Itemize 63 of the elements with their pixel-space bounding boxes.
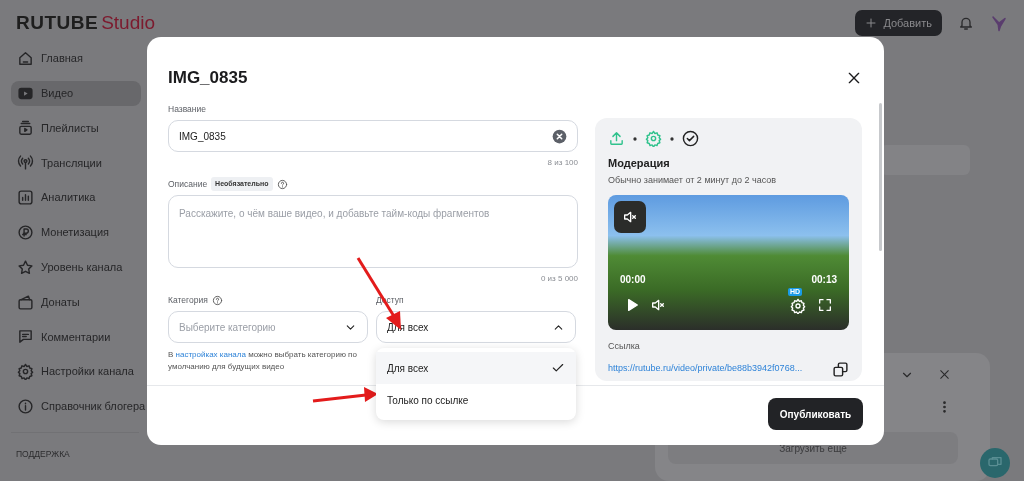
sidebar-item[interactable]: Уровень канала bbox=[11, 254, 141, 280]
add-button[interactable]: Добавить bbox=[855, 9, 942, 37]
field-label: Название bbox=[168, 102, 206, 116]
star-icon bbox=[17, 258, 34, 276]
sidebar-item[interactable]: Видео bbox=[11, 80, 141, 106]
logo-suffix: Studio bbox=[101, 10, 156, 35]
sidebar-item[interactable]: Настройки канала bbox=[11, 359, 141, 385]
annotation-arrow bbox=[312, 387, 378, 403]
bell-icon[interactable] bbox=[958, 15, 974, 31]
dropdown-option[interactable]: Для всех bbox=[376, 352, 576, 384]
sidebar-item[interactable]: Комментарии bbox=[11, 324, 141, 350]
broadcast-icon bbox=[17, 154, 34, 172]
link-label: Ссылка bbox=[608, 340, 641, 353]
plus-icon bbox=[865, 17, 878, 29]
character-counter: 8 из 100 bbox=[546, 157, 578, 169]
settings-link[interactable]: настройках канала bbox=[175, 350, 246, 359]
description-field[interactable]: Расскажите, о чём ваше видео, и добавьте тайм-коды фрагментов bbox=[168, 195, 578, 268]
muted-speaker-icon bbox=[622, 209, 638, 225]
section-title: ПОДДЕРЖКА bbox=[15, 447, 71, 461]
field-label: Описание bbox=[168, 177, 208, 191]
video-duration: 00:13 bbox=[811, 273, 837, 287]
fullscreen-icon bbox=[817, 297, 833, 313]
playlist-icon bbox=[17, 119, 34, 137]
chart-icon bbox=[17, 189, 34, 207]
settings-button[interactable] bbox=[790, 298, 806, 314]
info-icon bbox=[17, 397, 34, 415]
status-subtitle: Обычно занимает от 2 минут до 2 часов bbox=[608, 173, 778, 187]
publish-button[interactable]: Опубликовать bbox=[768, 398, 863, 430]
settings-icon bbox=[17, 363, 34, 381]
fullscreen-button[interactable] bbox=[817, 297, 833, 313]
category-hint: В настройках канала можно выбрать категорию по умолчанию для будущих видео bbox=[168, 349, 358, 373]
sidebar-item[interactable]: Донаты bbox=[11, 289, 141, 315]
field-label: Категория bbox=[168, 293, 208, 307]
check-icon bbox=[551, 361, 565, 375]
current-time: 00:00 bbox=[620, 273, 646, 287]
mute-button[interactable] bbox=[650, 297, 666, 313]
copy-icon[interactable] bbox=[832, 360, 849, 378]
wallet-icon bbox=[17, 293, 34, 311]
text-input-field[interactable]: IMG_0835 bbox=[168, 120, 578, 152]
help-icon[interactable] bbox=[276, 178, 288, 190]
sidebar-item[interactable]: Главная bbox=[11, 46, 141, 71]
help-icon[interactable] bbox=[211, 294, 223, 306]
sidebar-item[interactable]: Трансляции bbox=[11, 150, 141, 176]
status-title: Модерация bbox=[608, 156, 671, 171]
category-select[interactable]: Выберите категорию bbox=[168, 311, 368, 343]
comment-icon bbox=[17, 328, 34, 346]
video-link[interactable]: https://rutube.ru/video/private/be88b3942f0768... bbox=[608, 361, 803, 375]
mute-button[interactable] bbox=[614, 201, 646, 233]
close-icon[interactable] bbox=[846, 70, 862, 86]
muted-speaker-icon bbox=[650, 297, 666, 313]
home-icon bbox=[17, 50, 34, 67]
sidebar-item[interactable]: Плейлисты bbox=[11, 115, 141, 141]
dropdown-option[interactable]: Только по ссылке bbox=[376, 384, 576, 416]
sidebar-item[interactable]: Монетизация bbox=[11, 220, 141, 245]
modal-title: IMG_0835 bbox=[168, 67, 248, 90]
sidebar-item[interactable]: Аналитика bbox=[11, 185, 141, 211]
logo-text: RUTUBE bbox=[16, 10, 99, 35]
dot-separator-icon bbox=[670, 136, 674, 141]
dot-separator-icon bbox=[633, 136, 637, 141]
clear-icon[interactable] bbox=[552, 128, 567, 144]
character-counter: 0 из 5 000 bbox=[539, 273, 578, 285]
settings-icon bbox=[790, 298, 806, 314]
ruble-icon bbox=[17, 224, 34, 241]
